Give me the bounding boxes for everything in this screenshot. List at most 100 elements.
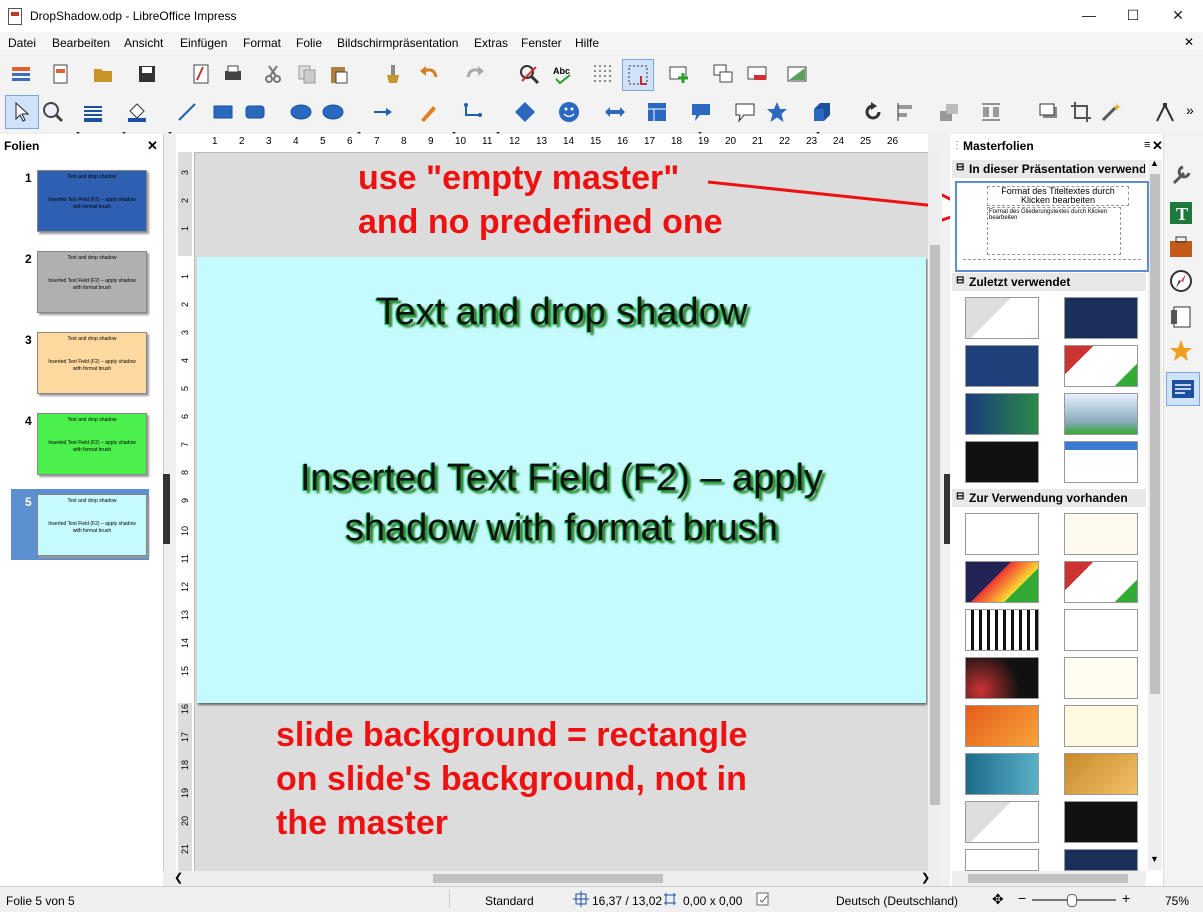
menu-hilfe[interactable]: Hilfe: [575, 36, 599, 50]
horizontal-scrollbar-thumb[interactable]: [433, 874, 663, 883]
crop-icon[interactable]: [1070, 101, 1092, 123]
menu-format[interactable]: Format: [243, 36, 281, 50]
ellipse-alt-icon[interactable]: [322, 101, 344, 123]
master-thumb-portfolio[interactable]: [1064, 441, 1138, 483]
new-icon[interactable]: [50, 63, 72, 85]
language-status[interactable]: Deutsch (Deutschland): [836, 894, 958, 908]
chevron-right-icon[interactable]: ❯: [921, 871, 930, 884]
master-thumb-dark[interactable]: [965, 441, 1039, 483]
slide-thumbnail-2[interactable]: Text and drop shadow Inserted Text Field…: [37, 251, 147, 313]
slide-title[interactable]: Text and drop shadow: [197, 291, 926, 334]
slide-transition-icon[interactable]: [786, 63, 808, 85]
new-slide-icon[interactable]: [668, 63, 690, 85]
master-panel-scrollbar-thumb[interactable]: [1150, 174, 1160, 694]
slide-thumbnail-5[interactable]: Text and drop shadow Inserted Text Field…: [37, 494, 147, 556]
master-thumb-freshes[interactable]: [965, 753, 1039, 795]
master-thumb-lights[interactable]: [965, 297, 1039, 339]
master-thumb-default[interactable]: [965, 513, 1039, 555]
animation-star-icon[interactable]: [1168, 338, 1194, 364]
3d-objects-icon[interactable]: [810, 101, 832, 123]
vertical-ruler[interactable]: 3 2 1 1 2 3 4 5 6 7 8 9 10 11 12 13 14 15 16 17 18 19 20 21: [176, 152, 195, 872]
master-thumb-dark-2[interactable]: [1064, 801, 1138, 843]
master-thumb-more-1[interactable]: [965, 849, 1039, 871]
chevron-up-icon[interactable]: ▲: [1150, 158, 1159, 168]
close-icon[interactable]: ✕: [1152, 138, 1163, 154]
master-panel-hscrollbar-thumb[interactable]: [968, 874, 1128, 883]
vertical-scrollbar[interactable]: [928, 153, 942, 871]
slide-transition-tab-icon[interactable]: [1168, 304, 1194, 330]
minimize-icon[interactable]: —: [1066, 0, 1112, 30]
horizontal-scrollbar[interactable]: ❮ ❯: [163, 871, 942, 886]
master-thumb-candy[interactable]: [965, 561, 1039, 603]
line-arrow-icon[interactable]: [372, 101, 394, 123]
zoom-in-icon[interactable]: +: [1122, 890, 1130, 906]
zoom-pan-icon[interactable]: [42, 101, 64, 123]
zoom-level[interactable]: 75%: [1165, 894, 1189, 908]
redo-icon[interactable]: [464, 63, 486, 85]
menu-extras[interactable]: Extras: [474, 36, 508, 50]
properties-wrench-icon[interactable]: [1168, 162, 1194, 188]
master-panel-hscrollbar[interactable]: [952, 871, 1146, 886]
print-icon[interactable]: [222, 63, 244, 85]
slide-body-text[interactable]: Inserted Text Field (F2) – apply shadow …: [197, 453, 926, 553]
master-thumb-notebook[interactable]: [1064, 657, 1138, 699]
rectangle-icon[interactable]: [212, 101, 234, 123]
connector-icon[interactable]: [462, 101, 484, 123]
close-icon[interactable]: ✕: [1155, 0, 1201, 30]
slide-thumbnail-4[interactable]: Text and drop shadow Inserted Text Field…: [37, 413, 147, 475]
menu-fenster[interactable]: Fenster: [521, 36, 562, 50]
master-thumb-more-2[interactable]: [1064, 849, 1138, 871]
cut-icon[interactable]: [262, 63, 284, 85]
master-thumb-midnightblue[interactable]: [1064, 297, 1138, 339]
zoom-out-icon[interactable]: −: [1018, 890, 1026, 906]
toolbar-overflow-icon[interactable]: »: [1186, 102, 1194, 118]
styles-icon[interactable]: T: [1168, 200, 1194, 226]
clone-formatting-icon[interactable]: [382, 63, 404, 85]
section-recent-masters[interactable]: ⊟ Zuletzt verwendet: [952, 273, 1146, 291]
master-thumb-focus[interactable]: [965, 393, 1039, 435]
master-thumb-inspiration[interactable]: [965, 657, 1039, 699]
find-replace-icon[interactable]: [518, 63, 540, 85]
section-available-masters[interactable]: ⊟ Zur Verwendung vorhanden: [952, 489, 1146, 507]
shadow-icon[interactable]: [1038, 101, 1060, 123]
master-thumb-beehive[interactable]: [1064, 705, 1138, 747]
panel-menu-icon[interactable]: ≡: [1144, 139, 1150, 151]
basic-shapes-diamond-icon[interactable]: [514, 101, 536, 123]
master-thumb-pencil[interactable]: [1064, 513, 1138, 555]
spelling-icon[interactable]: Abc: [552, 63, 574, 85]
chevron-left-icon[interactable]: ❮: [174, 871, 183, 884]
menu-ansicht[interactable]: Ansicht: [124, 36, 163, 50]
display-grid-icon[interactable]: [592, 63, 614, 85]
undo-icon[interactable]: [418, 63, 440, 85]
master-thumb-blueprint[interactable]: [965, 345, 1039, 387]
fill-color-icon[interactable]: [126, 101, 148, 123]
distribute-icon[interactable]: [980, 101, 1002, 123]
save-icon[interactable]: [136, 63, 158, 85]
master-panel-scrollbar[interactable]: ▲ ▼: [1148, 158, 1162, 870]
points-icon[interactable]: [1154, 101, 1176, 123]
flowchart-icon[interactable]: [646, 101, 668, 123]
master-thumb-sunset[interactable]: [965, 705, 1039, 747]
export-pdf-icon[interactable]: [190, 63, 212, 85]
block-arrows-icon[interactable]: [604, 101, 626, 123]
menu-folie[interactable]: Folie: [296, 36, 322, 50]
callout-shapes-icon[interactable]: [690, 101, 712, 123]
menu-bearbeiten[interactable]: Bearbeiten: [52, 36, 110, 50]
copy-icon[interactable]: [296, 63, 318, 85]
menu-einfuegen[interactable]: Einfügen: [180, 36, 227, 50]
curve-pencil-icon[interactable]: [418, 101, 440, 123]
select-tool[interactable]: [5, 95, 39, 129]
navigator-icon[interactable]: [1168, 268, 1194, 294]
slide-thumbnail-3[interactable]: Text and drop shadow Inserted Text Field…: [37, 332, 147, 394]
master-thumb-lights-2[interactable]: [965, 801, 1039, 843]
master-thumb-blank-lines[interactable]: [1064, 609, 1138, 651]
chevron-down-icon[interactable]: ▼: [1150, 854, 1159, 864]
zoom-slider-handle[interactable]: [1067, 894, 1077, 907]
delete-slide-icon[interactable]: [746, 63, 768, 85]
section-used-masters[interactable]: ⊟ In dieser Präsentation verwendet: [952, 160, 1146, 178]
horizontal-ruler[interactable]: 1 2 3 4 5 6 7 8 9 10 11 12 13 14 15 16 17 18 19 20 21 22 23 24 2…: [176, 134, 928, 153]
fit-slide-icon[interactable]: ✥: [992, 891, 1004, 908]
gallery-icon[interactable]: [1168, 234, 1194, 260]
ellipse-icon[interactable]: [290, 101, 312, 123]
symbol-shapes-smiley-icon[interactable]: [558, 101, 580, 123]
